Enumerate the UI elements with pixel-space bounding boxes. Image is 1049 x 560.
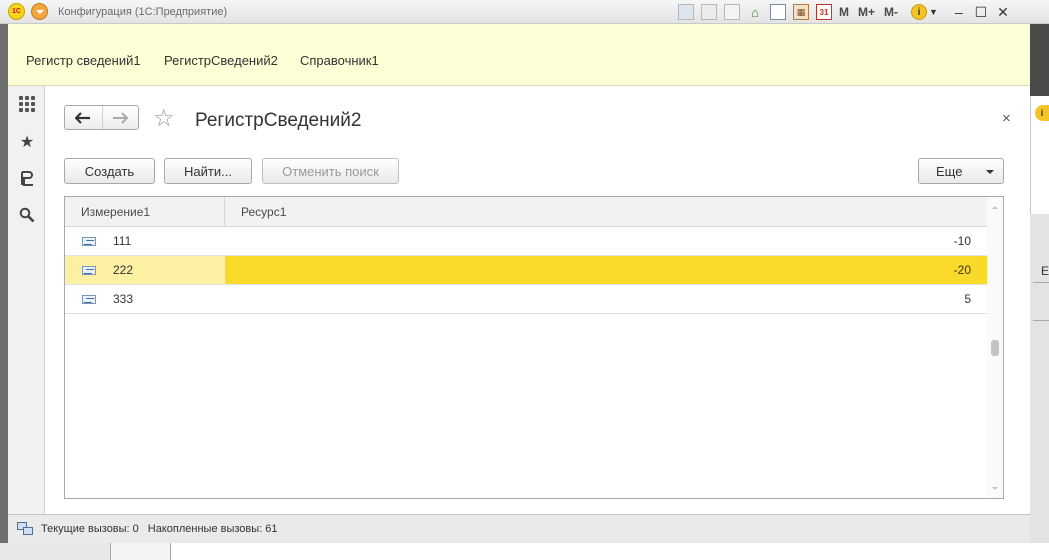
- form-content: ☆ РегистрСведений2 × Создать Найти... От…: [45, 86, 1030, 514]
- form-title: РегистрСведений2: [195, 110, 362, 131]
- save-icon[interactable]: [678, 4, 694, 20]
- background-info-icon: i: [1035, 105, 1049, 121]
- left-toolbar: ★: [8, 86, 45, 514]
- find-button[interactable]: Найти...: [164, 158, 252, 184]
- preview-icon[interactable]: [724, 4, 740, 20]
- table-header: Измерение1 Ресурс1: [65, 197, 987, 227]
- form-close-button[interactable]: ×: [1002, 110, 1011, 127]
- scroll-down-icon[interactable]: [992, 487, 998, 490]
- cell-resource: 5: [225, 285, 987, 313]
- window-title: Конфигурация (1С:Предприятие): [58, 5, 228, 18]
- column-header-dimension[interactable]: Измерение1: [65, 197, 225, 227]
- print-icon[interactable]: [701, 4, 717, 20]
- table-row-selected[interactable]: 222 -20: [65, 256, 987, 285]
- table-row[interactable]: 111 -10: [65, 227, 987, 256]
- favorites-star-icon[interactable]: ★: [18, 133, 36, 151]
- logo-text: 1С: [12, 8, 21, 15]
- home-icon[interactable]: ⌂: [747, 4, 763, 20]
- dimension-value: 333: [113, 292, 134, 306]
- scroll-thumb[interactable]: [991, 340, 999, 356]
- cell-dimension: 333: [65, 285, 225, 313]
- background-dark-area: [1030, 24, 1049, 96]
- cell-dimension: 111: [65, 227, 225, 255]
- background-area: [0, 543, 110, 560]
- table-row[interactable]: 333 5: [65, 285, 987, 314]
- status-bar: Текущие вызовы: 0 Накопленные вызовы: 61: [8, 514, 1030, 543]
- background-divider: [1033, 282, 1049, 283]
- document-icon[interactable]: [770, 4, 786, 20]
- register-record-icon: [82, 236, 96, 246]
- background-bottom-strip: [0, 543, 1049, 560]
- window-close-button[interactable]: ✕: [994, 4, 1012, 21]
- register-record-icon: [82, 294, 96, 304]
- info-text: i: [917, 6, 921, 18]
- cell-dimension: 222: [65, 256, 225, 284]
- resource-value: -10: [953, 234, 971, 248]
- search-icon[interactable]: [18, 206, 36, 224]
- main-menu-icon[interactable]: [31, 3, 48, 20]
- create-button[interactable]: Создать: [64, 158, 155, 184]
- server-calls-icon[interactable]: [17, 522, 33, 536]
- cancel-search-button[interactable]: Отменить поиск: [262, 158, 399, 184]
- forward-button[interactable]: [101, 106, 139, 129]
- resource-value: -20: [953, 263, 971, 277]
- background-divider: [1033, 320, 1049, 321]
- vertical-scrollbar[interactable]: [987, 197, 1003, 498]
- more-button[interactable]: Еще: [918, 158, 1004, 184]
- history-icon[interactable]: [18, 169, 36, 187]
- more-button-label: Еще: [936, 163, 963, 179]
- calculator-icon[interactable]: ▦: [793, 4, 809, 20]
- 1c-logo-icon[interactable]: 1С: [8, 3, 25, 20]
- back-button[interactable]: [65, 106, 102, 129]
- accumulated-calls-text: Накопленные вызовы: 61: [147, 523, 278, 535]
- dimension-value: 111: [113, 234, 132, 248]
- arrow-left-icon: [75, 111, 91, 124]
- section-item-register1[interactable]: Регистр сведений1: [26, 53, 141, 68]
- sections-panel: Регистр сведений1 РегистрСведений2 Справ…: [8, 24, 1030, 86]
- menu-grid-icon[interactable]: [18, 95, 36, 113]
- memory-button[interactable]: M: [839, 5, 849, 19]
- title-bar: 1С Конфигурация (1С:Предприятие) ⌂ ▦ 31 …: [0, 0, 1049, 24]
- background-window: i Е: [1030, 24, 1049, 560]
- dimension-value: 222: [113, 263, 134, 277]
- list-table[interactable]: Измерение1 Ресурс1 111 -10 222 -20 333 5: [64, 196, 1004, 499]
- favorite-star-icon[interactable]: ☆: [153, 104, 175, 133]
- maximize-button[interactable]: ☐: [972, 4, 990, 21]
- section-item-register2[interactable]: РегистрСведений2: [164, 53, 278, 68]
- scroll-up-icon[interactable]: [992, 206, 998, 209]
- cell-resource: -20: [225, 256, 987, 284]
- navigation-buttons: [64, 105, 139, 130]
- main-window: Регистр сведений1 РегистрСведений2 Справ…: [8, 24, 1030, 543]
- info-icon[interactable]: i: [911, 4, 928, 20]
- titlebar-tools: ⌂ ▦ 31 M M+ M- i ▼ – ☐ ✕: [678, 2, 1012, 22]
- calendar-icon[interactable]: 31: [816, 4, 832, 20]
- memory-plus-button[interactable]: M+: [858, 5, 875, 19]
- section-item-catalog1[interactable]: Справочник1: [300, 53, 379, 68]
- resource-value: 5: [964, 292, 971, 306]
- minimize-button[interactable]: –: [950, 4, 968, 20]
- background-letter: Е: [1041, 264, 1049, 278]
- column-header-resource[interactable]: Ресурс1: [225, 197, 987, 227]
- cell-resource: -10: [225, 227, 987, 255]
- register-record-icon: [82, 265, 96, 275]
- memory-minus-button[interactable]: M-: [884, 5, 898, 19]
- current-calls-text: Текущие вызовы: 0: [41, 523, 139, 535]
- chevron-down-icon: [986, 170, 994, 174]
- arrow-right-icon: [113, 111, 129, 124]
- background-area: [110, 543, 170, 560]
- chevron-down-icon[interactable]: ▼: [929, 7, 938, 17]
- background-area: [170, 543, 1049, 560]
